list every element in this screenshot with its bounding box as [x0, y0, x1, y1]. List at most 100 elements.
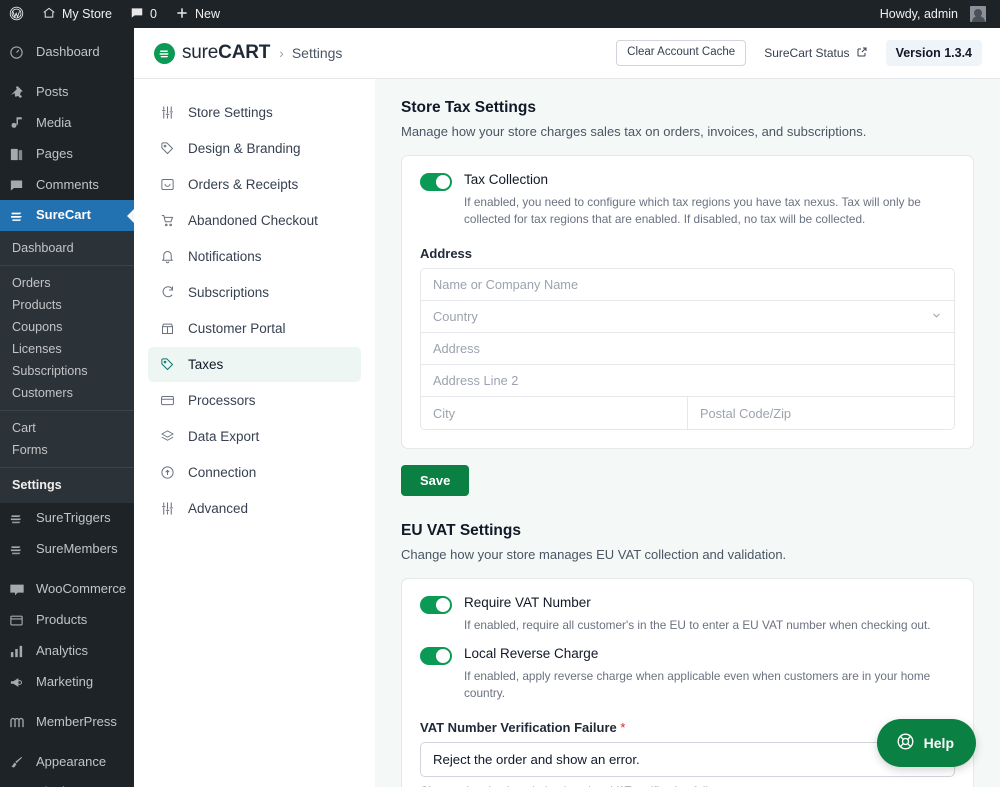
tag-pencil-icon — [158, 141, 176, 156]
settings-nav-item-customer-portal[interactable]: Customer Portal — [148, 311, 361, 346]
sliders-icon — [158, 501, 176, 516]
submenu-item-subscriptions[interactable]: Subscriptions — [0, 360, 134, 382]
country-select[interactable]: Country — [421, 301, 954, 334]
sidebar-item-analytics[interactable]: Analytics — [0, 636, 134, 667]
clear-account-cache-button[interactable]: Clear Account Cache — [616, 40, 747, 66]
surecart-submenu: Dashboard Orders Products Coupons Licens… — [0, 231, 134, 504]
store-tax-card: Tax Collection If enabled, you need to c… — [401, 155, 974, 450]
sidebar-item-appearance[interactable]: Appearance — [0, 747, 134, 778]
sidebar-item-woocommerce[interactable]: WooCommerce — [0, 574, 134, 605]
sidebar-item-memberpress[interactable]: MemberPress — [0, 707, 134, 738]
settings-nav-item-orders-receipts[interactable]: Orders & Receipts — [148, 167, 361, 202]
sidebar-label: Media — [36, 114, 72, 130]
sidebar-label: Comments — [36, 176, 99, 192]
settings-nav-label: Customer Portal — [188, 321, 286, 336]
local-reverse-charge-description: If enabled, apply reverse charge when ap… — [464, 668, 931, 700]
tax-collection-label: Tax Collection — [464, 172, 549, 187]
paintbrush-icon — [9, 755, 27, 770]
settings-nav-item-abandoned-checkout[interactable]: Abandoned Checkout — [148, 203, 361, 238]
postal-code-input[interactable]: Postal Code/Zip — [688, 397, 954, 430]
surecart-icon — [9, 208, 27, 224]
settings-nav-item-notifications[interactable]: Notifications — [148, 239, 361, 274]
sidebar-item-surecart[interactable]: SureCart — [0, 200, 134, 232]
require-vat-number-toggle[interactable] — [420, 596, 452, 615]
submenu-item-orders[interactable]: Orders — [0, 272, 134, 294]
submenu-item-settings[interactable]: Settings — [0, 474, 134, 496]
vat-verification-failure-select[interactable]: Reject the order and show an error. — [420, 742, 955, 778]
surecart-app: sureCART › Settings Clear Account Cache … — [134, 28, 1000, 787]
breadcrumb-separator: › — [279, 45, 284, 61]
sidebar-item-plugins[interactable]: Plugins — [0, 777, 134, 787]
address-line-2-input[interactable]: Address Line 2 — [421, 365, 954, 398]
sidebar-label: Products — [36, 612, 88, 628]
sidebar-item-products[interactable]: Products — [0, 605, 134, 636]
sidebar-item-suretriggers[interactable]: SureTriggers — [0, 503, 134, 534]
vat-verification-failure-text: VAT Number Verification Failure — [420, 720, 617, 736]
cloud-upload-icon — [158, 465, 176, 480]
settings-nav-item-data-export[interactable]: Data Export — [148, 419, 361, 454]
sidebar-item-media[interactable]: Media — [0, 108, 134, 139]
home-icon — [42, 6, 56, 22]
submenu-item-dashboard[interactable]: Dashboard — [0, 237, 134, 259]
site-name-label: My Store — [62, 7, 113, 21]
sidebar-item-posts[interactable]: Posts — [0, 77, 134, 108]
address-line-1-input[interactable]: Address — [421, 333, 954, 366]
comment-bubble-icon — [130, 6, 144, 22]
site-name-menu[interactable]: My Store — [33, 0, 121, 28]
sidebar-item-suremembers[interactable]: SureMembers — [0, 534, 134, 565]
store-tax-save-button[interactable]: Save — [401, 465, 470, 497]
local-reverse-charge-toggle[interactable] — [420, 647, 452, 666]
submenu-item-licenses[interactable]: Licenses — [0, 338, 134, 360]
settings-nav-item-advanced[interactable]: Advanced — [148, 491, 361, 526]
settings-nav-item-connection[interactable]: Connection — [148, 455, 361, 490]
submenu-item-forms[interactable]: Forms — [0, 439, 134, 461]
sidebar-label: Marketing — [36, 673, 94, 689]
settings-nav-item-subscriptions[interactable]: Subscriptions — [148, 275, 361, 310]
wp-logo-menu[interactable] — [0, 0, 33, 28]
media-icon — [9, 116, 27, 131]
settings-nav-item-processors[interactable]: Processors — [148, 383, 361, 418]
sidebar-label: SureMembers — [36, 541, 118, 557]
comments-count: 0 — [150, 7, 157, 21]
submenu-item-coupons[interactable]: Coupons — [0, 316, 134, 338]
settings-nav-label: Processors — [188, 393, 256, 408]
surecart-brand[interactable]: sureCART — [154, 42, 270, 64]
submenu-item-products[interactable]: Products — [0, 294, 134, 316]
new-content-menu[interactable]: New — [166, 0, 229, 28]
sidebar-label: SureTriggers — [36, 510, 111, 526]
settings-nav-item-design-branding[interactable]: Design & Branding — [148, 131, 361, 166]
company-name-input[interactable]: Name or Company Name — [421, 269, 954, 302]
tax-collection-description: If enabled, you need to configure which … — [464, 194, 921, 226]
sidebar-item-marketing[interactable]: Marketing — [0, 667, 134, 698]
sliders-icon — [158, 105, 176, 120]
tax-collection-toggle[interactable] — [420, 173, 452, 191]
settings-nav-label: Orders & Receipts — [188, 177, 299, 192]
help-button[interactable]: Help — [876, 719, 976, 767]
sidebar-top-gap — [0, 28, 134, 37]
my-account-menu[interactable]: Howdy, admin — [871, 0, 1000, 28]
sidebar-gap-2 — [0, 565, 134, 574]
surecart-status-link[interactable]: SureCart Status — [764, 46, 867, 61]
products-icon — [9, 613, 27, 628]
settings-nav-label: Store Settings — [188, 105, 273, 120]
settings-nav-item-store-settings[interactable]: Store Settings — [148, 95, 361, 130]
comments-menu[interactable]: 0 — [121, 0, 166, 28]
sidebar-label: Dashboard — [36, 44, 100, 59]
settings-nav-item-taxes[interactable]: Taxes — [148, 347, 361, 382]
settings-main-content: Store Tax Settings Manage how your store… — [375, 79, 1000, 787]
settings-nav-label: Advanced — [188, 501, 249, 516]
address-fieldgroup: Name or Company Name Country Address Add… — [420, 268, 955, 431]
city-input[interactable]: City — [421, 397, 688, 430]
shopping-cart-icon — [158, 213, 176, 228]
breadcrumb-current: Settings — [291, 45, 343, 61]
submenu-item-customers[interactable]: Customers — [0, 382, 134, 404]
sidebar-item-comments[interactable]: Comments — [0, 170, 134, 201]
sidebar-item-pages[interactable]: Pages — [0, 139, 134, 170]
brand-light-text: sure — [182, 42, 219, 63]
submenu-item-cart[interactable]: Cart — [0, 417, 134, 439]
avatar-icon — [970, 6, 986, 22]
sidebar-item-dashboard[interactable]: Dashboard — [0, 37, 134, 68]
help-label: Help — [923, 735, 954, 751]
require-vat-label: Require VAT Number — [464, 595, 591, 611]
